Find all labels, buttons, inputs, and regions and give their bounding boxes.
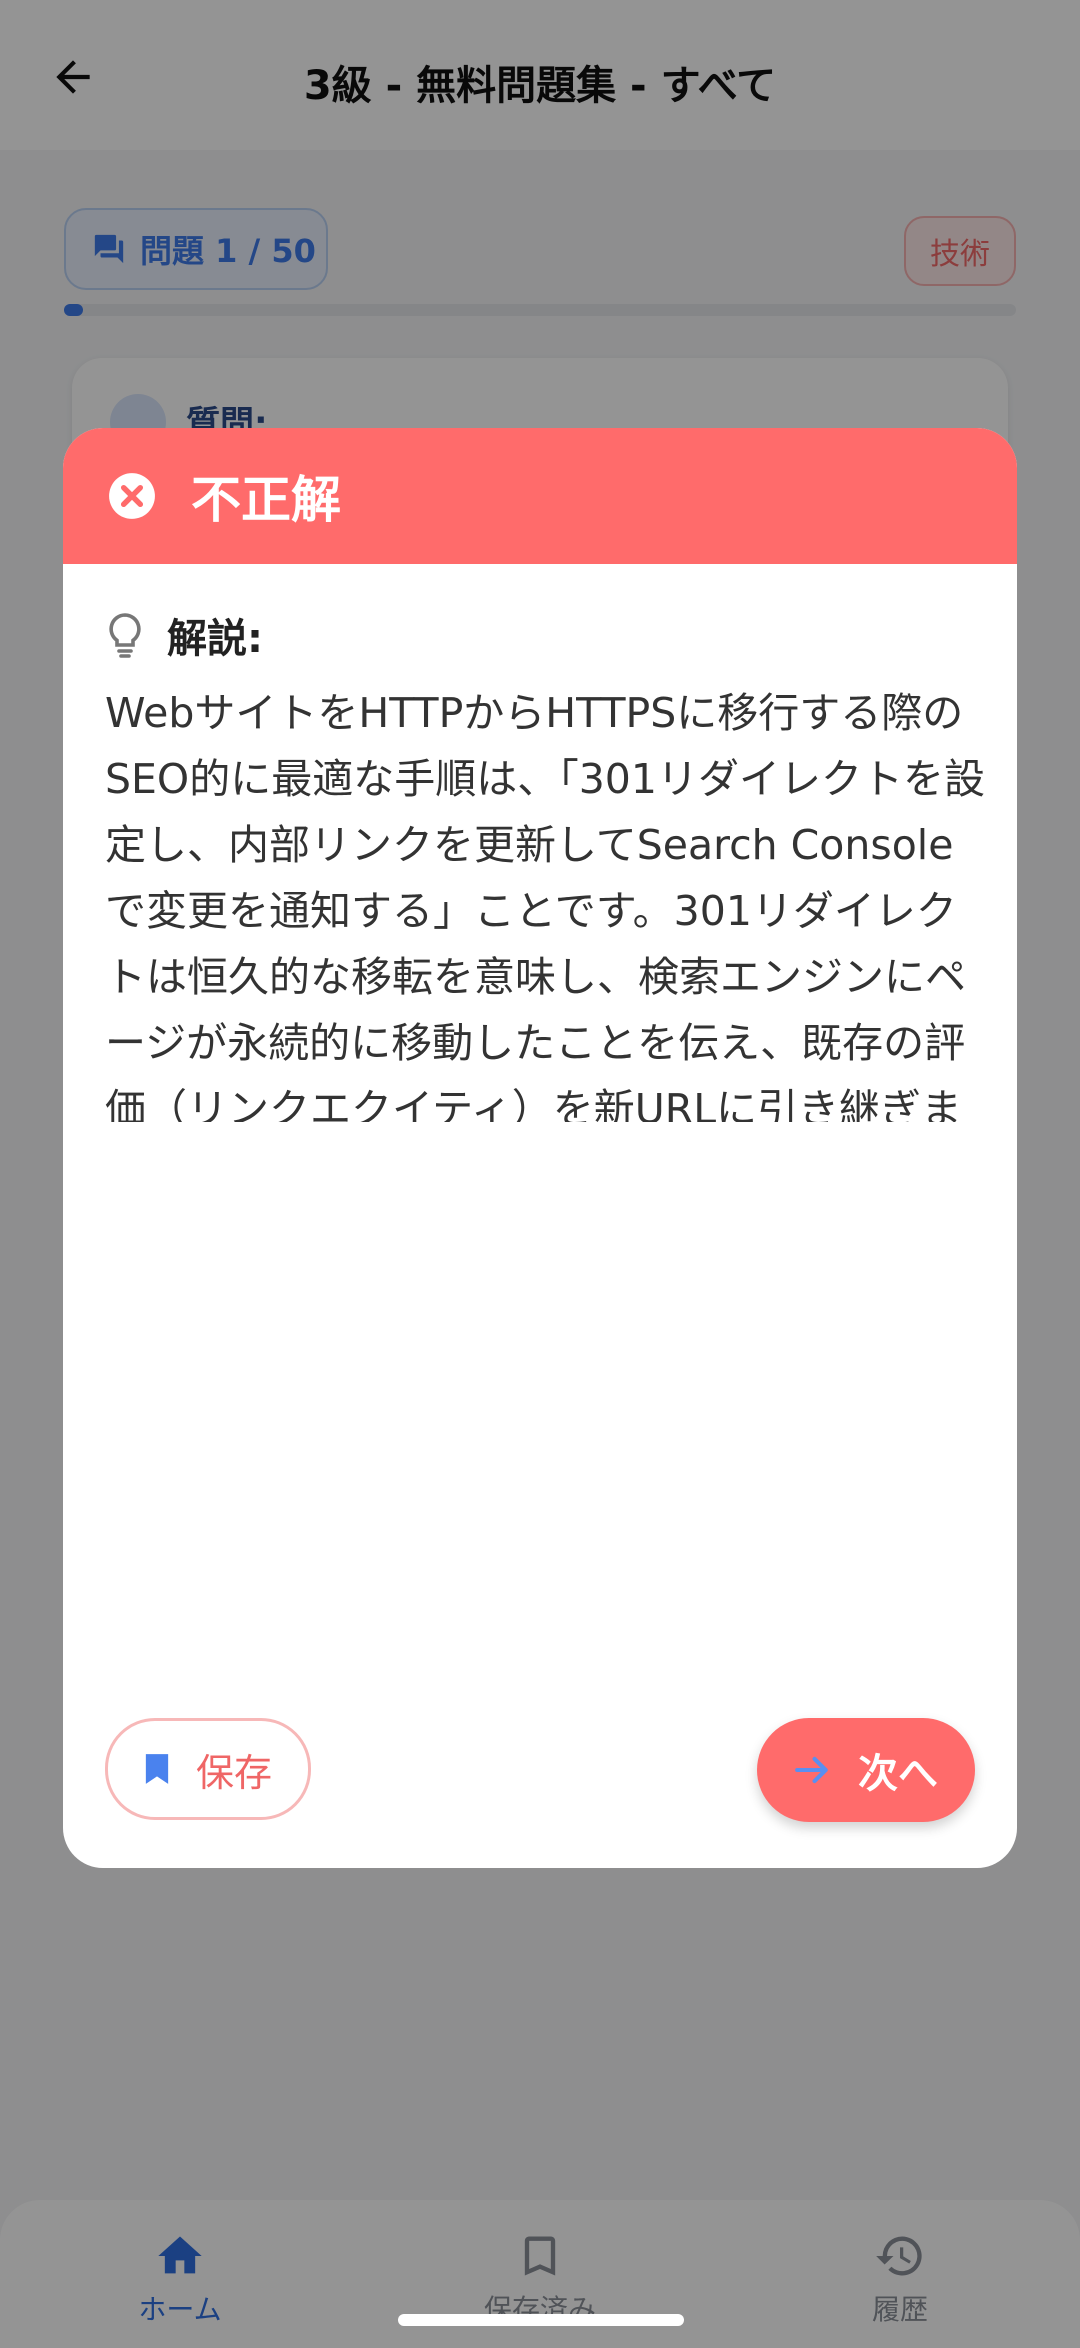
explanation-text[interactable]: WebサイトをHTTPからHTTPSに移行する際のSEO的に最適な手順は、「30…	[105, 680, 985, 1122]
modal-title: 不正解	[191, 471, 341, 529]
home-indicator	[398, 2314, 684, 2326]
result-modal: 不正解 解説: WebサイトをHTTPからHTTPSに移行する際のSEO的に最適…	[63, 428, 1017, 1868]
bookmark-icon	[145, 1754, 169, 1784]
arrow-right-icon	[795, 1756, 828, 1784]
explanation-header: 解説:	[105, 606, 263, 664]
lightbulb-icon	[109, 613, 141, 658]
save-button-label: 保存	[195, 1750, 272, 1795]
save-button[interactable]: 保存	[105, 1718, 311, 1820]
modal-header: 不正解	[63, 428, 1017, 564]
close-circle-icon	[109, 473, 155, 519]
next-button-label: 次へ	[858, 1751, 938, 1797]
app-screen: 3級 - 無料問題集 - すべて 問題 1 / 50 技術 質問: ホーム 保存…	[0, 0, 1080, 2348]
next-button[interactable]: 次へ	[757, 1718, 975, 1822]
explanation-label: 解説:	[167, 616, 263, 662]
